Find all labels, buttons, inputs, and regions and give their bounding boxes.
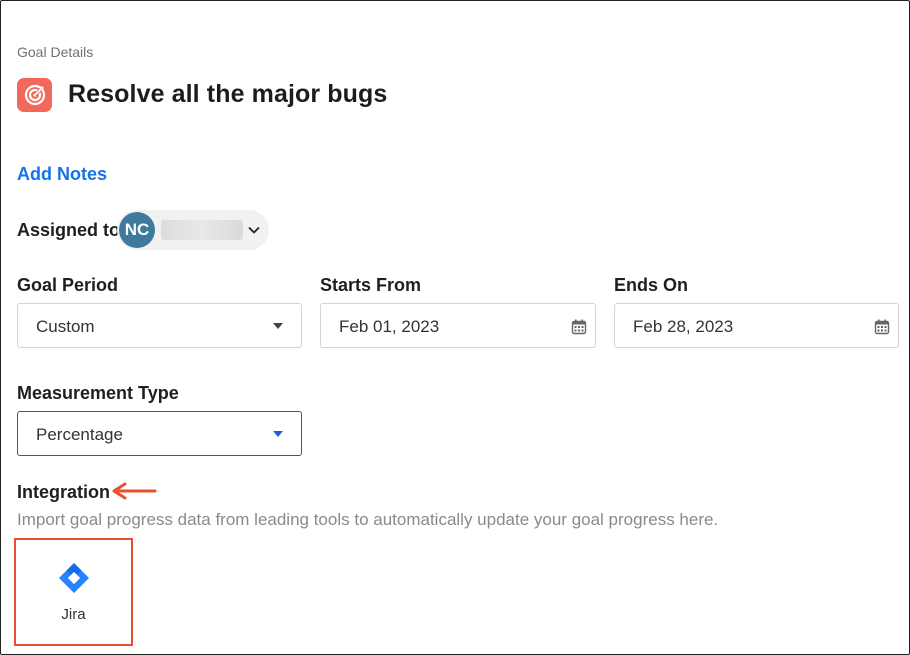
assignee-name-redacted — [161, 220, 243, 240]
ends-on-date-input[interactable]: Feb 28, 2023 — [614, 303, 899, 348]
assignee-dropdown[interactable]: NC — [117, 210, 269, 250]
page-title: Resolve all the major bugs — [68, 80, 388, 108]
goal-period-value: Custom — [36, 317, 95, 336]
calendar-icon[interactable] — [571, 319, 587, 335]
measurement-type-value: Percentage — [36, 425, 123, 444]
arrow-left-icon — [112, 482, 157, 500]
calendar-icon[interactable] — [874, 319, 890, 335]
caret-down-icon — [273, 323, 283, 329]
integration-description: Import goal progress data from leading t… — [17, 510, 719, 529]
jira-icon — [59, 563, 89, 593]
jira-integration-card[interactable]: Jira — [14, 538, 133, 646]
starts-from-label: Starts From — [320, 275, 422, 295]
integration-label: Integration — [17, 482, 110, 502]
starts-from-date-input[interactable]: Feb 01, 2023 — [320, 303, 596, 348]
measurement-type-select[interactable]: Percentage — [17, 411, 302, 456]
starts-from-value: Feb 01, 2023 — [339, 317, 440, 336]
caret-down-icon — [273, 431, 283, 437]
ends-on-value: Feb 28, 2023 — [633, 317, 734, 336]
goal-period-select[interactable]: Custom — [17, 303, 302, 348]
target-icon — [17, 78, 52, 112]
goal-period-label: Goal Period — [17, 275, 119, 295]
add-notes-link[interactable]: Add Notes — [17, 164, 107, 185]
ends-on-label: Ends On — [614, 275, 689, 295]
breadcrumb: Goal Details — [17, 44, 94, 60]
assigned-to-label: Assigned to — [17, 220, 121, 240]
measurement-type-label: Measurement Type — [17, 383, 179, 403]
goal-details-panel: Goal Details Resolve all the major bugs … — [0, 0, 910, 655]
avatar: NC — [119, 212, 155, 248]
jira-label: Jira — [61, 606, 86, 623]
chevron-down-icon — [248, 226, 260, 234]
